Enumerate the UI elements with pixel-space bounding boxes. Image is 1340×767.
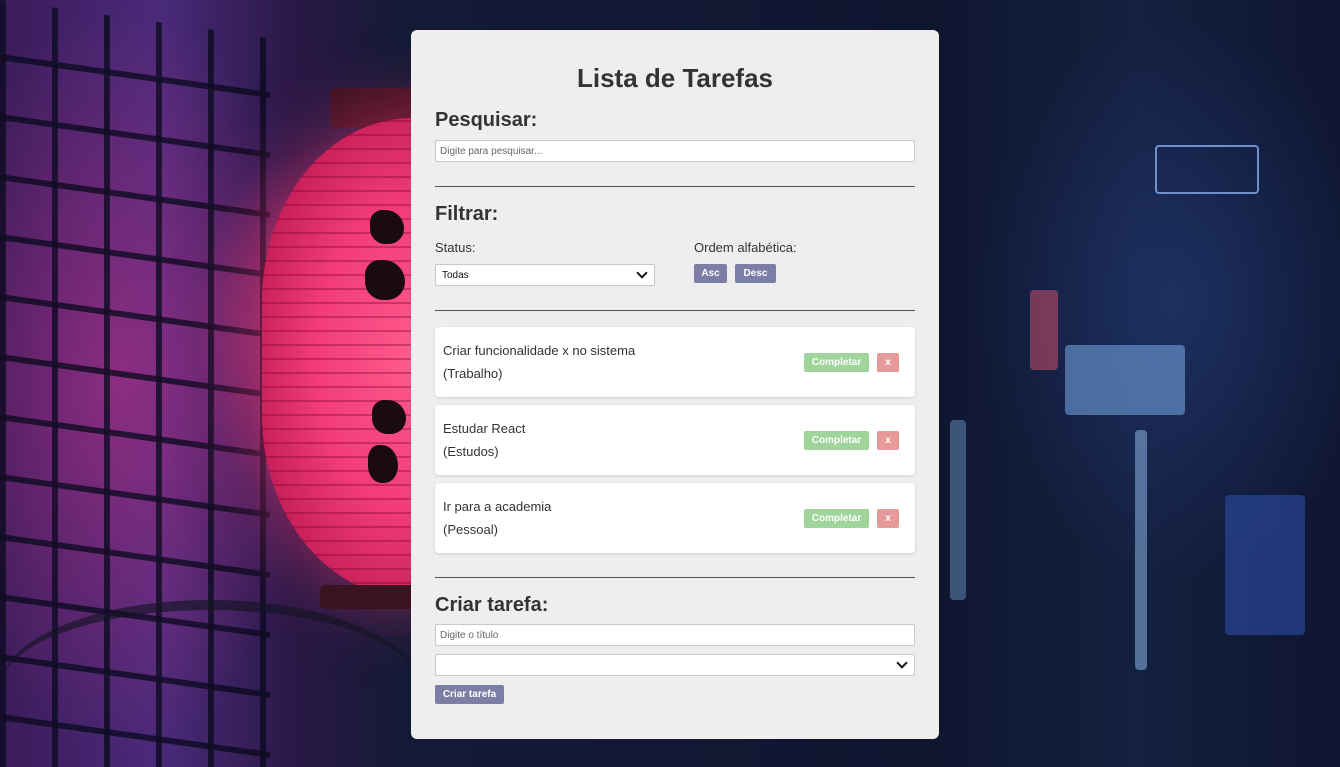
task-title: Estudar React bbox=[443, 421, 526, 436]
page-title: Lista de Tarefas bbox=[576, 63, 774, 93]
complete-task-button[interactable]: Completar bbox=[804, 509, 869, 528]
sort-asc-button[interactable]: Asc bbox=[694, 264, 727, 283]
section-divider bbox=[435, 577, 915, 578]
task-category: (Estudos) bbox=[443, 444, 499, 459]
background-neon-sign bbox=[1155, 145, 1259, 194]
task-category: (Trabalho) bbox=[443, 366, 503, 381]
task-title: Ir para a academia bbox=[443, 499, 552, 514]
complete-task-button[interactable]: Completar bbox=[804, 431, 869, 450]
background-neon-sign bbox=[1065, 345, 1185, 415]
task-title: Criar funcionalidade x no sistema bbox=[443, 343, 636, 358]
background-lantern-glyph bbox=[372, 400, 406, 434]
todo-card: Lista de Tarefas Pesquisar: Filtrar: Sta… bbox=[411, 30, 939, 739]
section-divider bbox=[435, 310, 915, 311]
search-heading: Pesquisar: bbox=[435, 109, 538, 131]
task-item: Estudar React (Estudos) Completar x bbox=[435, 405, 915, 475]
create-heading: Criar tarefa: bbox=[435, 594, 549, 616]
status-label: Status: bbox=[435, 240, 476, 255]
delete-task-button[interactable]: x bbox=[877, 431, 899, 450]
background-neon-sign bbox=[1030, 290, 1058, 370]
background-lantern-glyph bbox=[368, 445, 398, 483]
filter-heading: Filtrar: bbox=[435, 203, 499, 225]
sort-desc-button[interactable]: Desc bbox=[735, 264, 776, 283]
complete-task-button[interactable]: Completar bbox=[804, 353, 869, 372]
task-title-input[interactable] bbox=[435, 624, 915, 646]
background-light-pole bbox=[950, 420, 966, 600]
search-input[interactable] bbox=[435, 140, 915, 162]
task-category: (Pessoal) bbox=[443, 522, 498, 537]
chevron-down-icon bbox=[636, 267, 648, 279]
section-divider bbox=[435, 186, 915, 187]
background-lantern-glyph bbox=[370, 210, 404, 244]
status-select[interactable]: Todas bbox=[435, 264, 655, 286]
background-lantern-glyph bbox=[365, 260, 405, 300]
category-select[interactable] bbox=[435, 654, 915, 676]
delete-task-button[interactable]: x bbox=[877, 509, 899, 528]
create-task-button[interactable]: Criar tarefa bbox=[435, 685, 504, 704]
background-bicycles bbox=[0, 600, 420, 767]
chevron-down-icon bbox=[896, 657, 908, 669]
task-item: Criar funcionalidade x no sistema (Traba… bbox=[435, 327, 915, 397]
sort-label: Ordem alfabética: bbox=[694, 240, 797, 255]
delete-task-button[interactable]: x bbox=[877, 353, 899, 372]
status-select-value: Todas bbox=[442, 269, 469, 281]
background-light-pole bbox=[1135, 430, 1147, 670]
task-item: Ir para a academia (Pessoal) Completar x bbox=[435, 483, 915, 553]
background-neon-sign bbox=[1225, 495, 1305, 635]
